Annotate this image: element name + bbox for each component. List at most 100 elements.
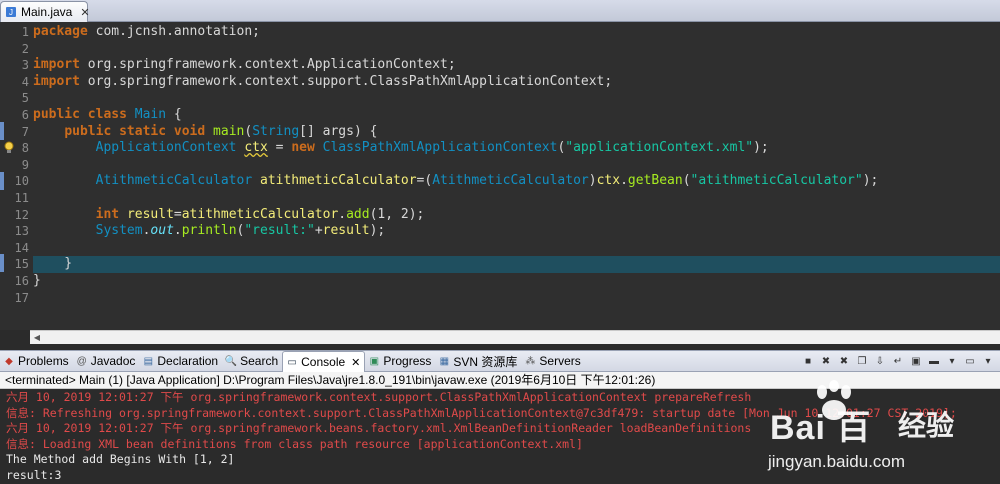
code-editor[interactable]: package com.jcnsh.annotation; import org.… <box>0 22 1000 330</box>
code-line[interactable]: public static void main(String[] args) { <box>33 124 1000 141</box>
display-console-icon[interactable]: ▬ <box>926 353 942 369</box>
code-line[interactable]: package com.jcnsh.annotation; <box>33 24 1000 41</box>
tab-console[interactable]: ▭ Console ✕ <box>282 351 366 372</box>
problems-icon: ◆ <box>5 355 13 367</box>
watermark-jingyan: 经验 <box>898 409 955 442</box>
line-number: 15 <box>14 257 29 272</box>
code-line[interactable] <box>33 290 1000 307</box>
code-token: public <box>64 123 112 139</box>
pin-icon[interactable]: ▣ <box>908 353 924 369</box>
change-marker <box>0 254 4 272</box>
open-console-icon[interactable]: ▾ <box>944 353 960 369</box>
line-number: 7 <box>21 124 29 139</box>
code-token: . <box>173 223 182 239</box>
declaration-icon: ▤ <box>143 355 154 367</box>
code-line[interactable]: import org.springframework.context.suppo… <box>33 74 1000 91</box>
tab-label: Progress <box>383 354 432 368</box>
scroll-lock-icon[interactable]: ⇩ <box>872 353 888 369</box>
code-line[interactable]: System.out.println("result:"+result); <box>33 223 1000 240</box>
line-number: 9 <box>21 157 29 172</box>
code-token: Main <box>134 107 167 122</box>
tab-svn[interactable]: ▦ SVN 资源库 <box>435 351 521 371</box>
svn-icon: ▦ <box>439 355 450 367</box>
code-token: add <box>346 206 370 222</box>
tab-javadoc[interactable]: @ Javadoc <box>73 351 140 371</box>
javadoc-icon: @ <box>76 355 87 367</box>
code-token: org.springframework.context.support.Clas… <box>79 73 613 89</box>
code-line[interactable] <box>33 90 1000 107</box>
tab-servers[interactable]: ⁂ Servers <box>521 351 584 371</box>
code-line[interactable]: ApplicationContext ctx = new ClassPathXm… <box>33 140 1000 157</box>
code-token: ( <box>244 123 253 139</box>
tab-label: SVN 资源库 <box>453 354 518 369</box>
code-token: ctx <box>596 173 621 189</box>
code-line[interactable]: } <box>33 256 1000 273</box>
scroll-left-icon[interactable]: ◀ <box>30 331 44 344</box>
copy-icon[interactable]: ❐ <box>854 353 870 369</box>
code-token: package <box>33 24 88 39</box>
line-number: 3 <box>21 58 29 73</box>
code-area[interactable]: package com.jcnsh.annotation; import org.… <box>33 22 1000 330</box>
code-token: { <box>166 107 182 122</box>
tab-declaration[interactable]: ▤ Declaration <box>139 351 222 371</box>
code-token: atithmeticCalculator <box>260 173 417 189</box>
code-token: import <box>33 57 80 73</box>
code-token: org.springframework.context.ApplicationC… <box>79 57 456 73</box>
code-token: AtithmeticCalculator <box>95 173 253 189</box>
word-wrap-icon[interactable]: ↵ <box>890 353 906 369</box>
code-token: . <box>620 173 628 189</box>
code-token: atithmeticCalculator <box>181 206 339 222</box>
code-token: AtithmeticCalculator <box>432 173 589 189</box>
code-token: (1, 2); <box>369 206 425 222</box>
code-token: result <box>322 223 370 239</box>
code-line[interactable]: } <box>33 273 1000 290</box>
console-line: 信息: Loading XML bean definitions from cl… <box>6 436 583 451</box>
close-icon[interactable]: ✕ <box>80 6 89 19</box>
code-token: ctx <box>244 140 268 156</box>
code-token: + <box>314 223 323 239</box>
code-token: import <box>33 73 80 89</box>
code-line[interactable]: public class Main { <box>33 107 1000 124</box>
code-token: [] args) { <box>299 123 378 139</box>
remove-all-icon[interactable]: ✖ <box>836 353 852 369</box>
close-icon[interactable]: ✕ <box>351 356 360 369</box>
tab-label: Servers <box>539 354 581 368</box>
tab-problems[interactable]: ◆ Problems <box>0 351 73 371</box>
code-line[interactable]: AtithmeticCalculator atithmeticCalculato… <box>33 173 1000 190</box>
remove-launch-icon[interactable]: ✖ <box>818 353 834 369</box>
progress-icon: ▣ <box>369 355 380 367</box>
editor-tab-main-java[interactable]: J Main.java ✕ <box>0 1 90 22</box>
tab-search[interactable]: 🔍 Search <box>222 351 282 371</box>
watermark-brand: Bai 百 <box>770 409 872 447</box>
code-token: result <box>126 206 174 222</box>
code-line[interactable] <box>33 190 1000 207</box>
code-line[interactable] <box>33 157 1000 174</box>
tab-progress[interactable]: ▣ Progress <box>365 351 435 371</box>
console-line: result:3 <box>6 468 62 482</box>
tab-label: Problems <box>18 354 69 368</box>
console-line: The Method add Begins With [1, 2] <box>6 452 235 467</box>
editor-horizontal-scrollbar[interactable]: ◀ <box>30 330 1000 344</box>
code-token: com.jcnsh.annotation; <box>87 24 260 39</box>
code-line[interactable] <box>33 240 1000 257</box>
change-marker <box>0 122 4 140</box>
code-line[interactable]: import org.springframework.context.Appli… <box>33 57 1000 74</box>
view-menu-icon[interactable]: ▾ <box>980 353 996 369</box>
tab-label: Javadoc <box>90 354 136 368</box>
code-token: new <box>291 140 315 156</box>
code-line[interactable] <box>33 41 1000 58</box>
code-token: "applicationContext.xml" <box>565 140 754 156</box>
code-token: static <box>119 123 167 139</box>
code-line[interactable]: int result=atithmeticCalculator.add(1, 2… <box>33 207 1000 224</box>
terminate-icon[interactable]: ■ <box>800 353 816 369</box>
tab-label: Console <box>301 355 346 369</box>
code-token: . <box>338 206 347 222</box>
minimize-icon[interactable]: ▭ <box>962 353 978 369</box>
console-toolbar: ■ ✖ ✖ ❐ ⇩ ↵ ▣ ▬ ▾ ▭ ▾ <box>800 353 996 369</box>
